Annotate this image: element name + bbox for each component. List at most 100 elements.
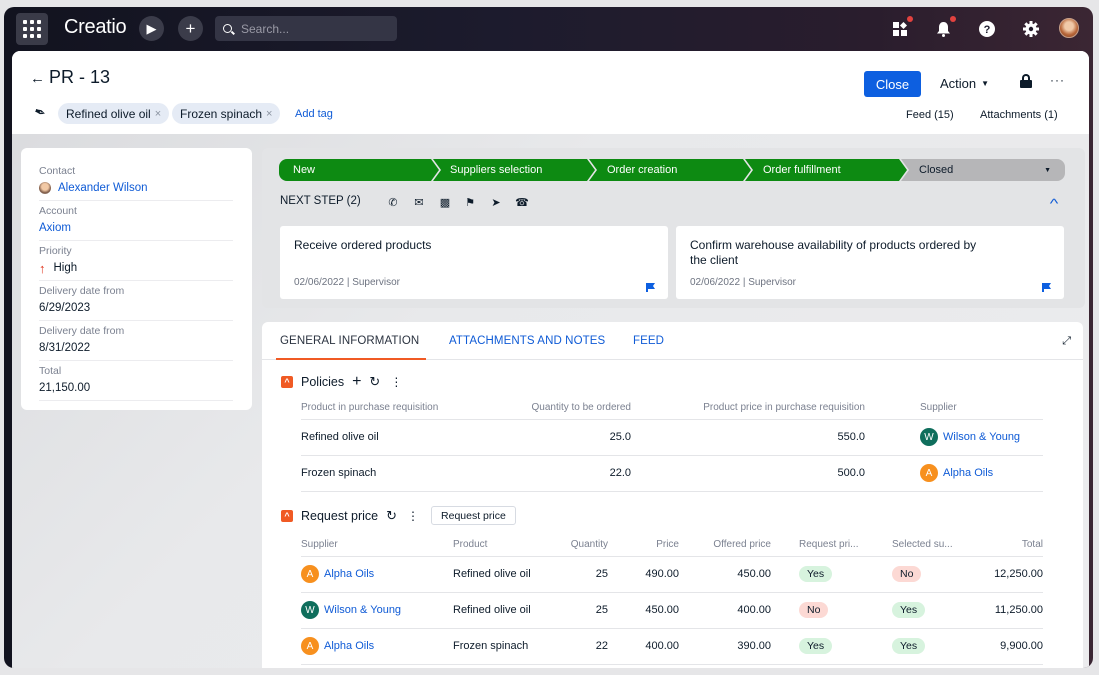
- cell-offered-price: 450.00: [679, 556, 771, 593]
- account-link[interactable]: Axiom: [39, 220, 233, 236]
- request-price-button[interactable]: Request price: [431, 506, 516, 525]
- column-header[interactable]: Product in purchase requisition: [301, 397, 501, 420]
- plus-icon: +: [185, 18, 196, 38]
- cell-quantity: 25: [563, 592, 608, 629]
- help-button[interactable]: ?: [976, 18, 998, 40]
- close-button[interactable]: Close: [864, 71, 921, 97]
- search-input[interactable]: Search...: [215, 16, 397, 41]
- phone-icon[interactable]: ✆: [386, 196, 400, 209]
- telegram-icon[interactable]: ➤: [489, 196, 503, 209]
- chat-icon[interactable]: ▩: [438, 196, 452, 209]
- tag-label: Refined olive oil: [66, 106, 151, 121]
- task-card[interactable]: Receive ordered products 02/06/2022 | Su…: [280, 226, 668, 299]
- add-tag-link[interactable]: Add tag: [295, 108, 333, 120]
- cell-total: 12,250.00: [957, 556, 1043, 593]
- stage-order-creation[interactable]: Order creation: [589, 159, 751, 181]
- collapse-toggle-icon[interactable]: ^: [281, 376, 293, 388]
- task-title: Confirm warehouse availability of produc…: [690, 238, 977, 267]
- table-row[interactable]: W Wilson & Young Refined olive oil 25 450.00…: [301, 592, 1043, 629]
- supplier-link[interactable]: A Alpha Oils: [920, 464, 1043, 482]
- apps-grid-icon[interactable]: [16, 13, 48, 45]
- stage-suppliers-selection[interactable]: Suppliers selection: [433, 159, 595, 181]
- column-header[interactable]: Quantity: [563, 534, 608, 557]
- tag-icon: ✒: [31, 102, 49, 122]
- column-header[interactable]: Supplier: [865, 397, 1043, 420]
- stage-panel: New Suppliers selection Order creation O…: [262, 148, 1085, 308]
- cell-product: Frozen spinach: [301, 455, 501, 492]
- lock-icon[interactable]: [1020, 74, 1032, 88]
- plus-icon[interactable]: +: [352, 373, 361, 391]
- stage-new[interactable]: New: [279, 159, 439, 181]
- task-card[interactable]: Confirm warehouse availability of produc…: [676, 226, 1064, 299]
- refresh-icon[interactable]: ↻: [386, 508, 397, 524]
- cell-offered-price: 390.00: [679, 628, 771, 665]
- supplier-avatar: A: [301, 565, 319, 583]
- column-header[interactable]: Product price in purchase requisition: [631, 397, 865, 420]
- tag-chip[interactable]: Frozen spinach ×: [172, 103, 281, 124]
- tab-general-information[interactable]: GENERAL INFORMATION: [280, 335, 419, 347]
- kebab-menu-icon[interactable]: ⋮: [390, 375, 402, 389]
- chevron-up-icon[interactable]: ^: [1050, 196, 1059, 211]
- supplier-link[interactable]: W Wilson & Young: [920, 428, 1043, 446]
- details-card: GENERAL INFORMATION ATTACHMENTS AND NOTE…: [262, 322, 1083, 668]
- flag-icon[interactable]: [646, 283, 655, 292]
- table-row[interactable]: A Alpha Oils Frozen spinach 22 400.00 390.00 Y…: [301, 628, 1043, 665]
- field-label: Total: [39, 365, 62, 377]
- supplier-link[interactable]: A Alpha Oils: [301, 565, 453, 583]
- cell-price: 400.00: [608, 628, 679, 665]
- supplier-link[interactable]: W Wilson & Young: [301, 601, 453, 619]
- priority-value[interactable]: ↑ High: [39, 260, 233, 276]
- add-button[interactable]: +: [178, 16, 203, 41]
- field-value[interactable]: 6/29/2023: [39, 300, 233, 316]
- back-arrow-icon[interactable]: ←: [30, 70, 45, 87]
- svg-text:?: ?: [984, 24, 991, 36]
- field-label: Account: [39, 205, 77, 217]
- column-header[interactable]: Selected su...: [864, 534, 957, 557]
- column-header[interactable]: Total: [957, 534, 1043, 557]
- stage-closed[interactable]: Closed ▼: [901, 159, 1065, 181]
- table-row[interactable]: Frozen spinach 22.0 500.0 A Alpha Oils: [301, 455, 1043, 492]
- column-header[interactable]: Quantity to be ordered: [501, 397, 631, 420]
- run-process-button[interactable]: ▶: [139, 16, 164, 41]
- cell-price: 490.00: [608, 556, 679, 593]
- whatsapp-icon[interactable]: ☎: [515, 196, 529, 209]
- tab-feed[interactable]: FEED: [633, 335, 664, 347]
- user-avatar[interactable]: [1059, 18, 1079, 38]
- supplier-link[interactable]: A Alpha Oils: [301, 637, 453, 655]
- email-icon[interactable]: ✉: [412, 196, 426, 209]
- settings-button[interactable]: [1020, 18, 1042, 40]
- feed-link[interactable]: Feed (15): [906, 109, 954, 121]
- field-value[interactable]: 8/31/2022: [39, 340, 233, 356]
- contact-link[interactable]: Alexander Wilson: [39, 180, 233, 196]
- expand-icon[interactable]: ⤢: [1062, 335, 1071, 348]
- notifications-button[interactable]: [932, 16, 956, 40]
- tab-attachments-and-notes[interactable]: ATTACHMENTS AND NOTES: [449, 335, 605, 347]
- bell-icon: [936, 22, 950, 37]
- widgets-button[interactable]: [889, 16, 913, 40]
- collapse-toggle-icon[interactable]: ^: [281, 509, 293, 522]
- column-header[interactable]: Request pri...: [771, 534, 864, 557]
- kebab-menu-icon[interactable]: ⋮: [407, 509, 419, 523]
- field-label: Contact: [39, 165, 76, 177]
- tag-chip[interactable]: Refined olive oil ×: [58, 103, 170, 124]
- table-row[interactable]: A Alpha Oils Refined olive oil 25 490.00 450.…: [301, 556, 1043, 593]
- attachments-link[interactable]: Attachments (1): [980, 109, 1058, 121]
- supplier-name: Wilson & Young: [324, 604, 402, 616]
- stage-order-fulfillment[interactable]: Order fulfillment: [745, 159, 907, 181]
- action-menu-button[interactable]: Action ▼: [940, 76, 989, 91]
- more-options-icon[interactable]: ···: [1050, 73, 1065, 87]
- column-header[interactable]: Product: [453, 534, 563, 557]
- cell-quantity: 22: [563, 628, 608, 665]
- selected-supplier-badge: No: [892, 566, 922, 582]
- remove-tag-icon[interactable]: ×: [266, 108, 272, 120]
- flag-icon[interactable]: [1042, 283, 1051, 292]
- remove-tag-icon[interactable]: ×: [155, 108, 161, 120]
- refresh-icon[interactable]: ↻: [369, 374, 380, 390]
- table-row[interactable]: Refined olive oil 25.0 550.0 W Wilson & Y…: [301, 419, 1043, 456]
- flag-icon[interactable]: ⚑: [463, 196, 477, 209]
- stage-label: Order fulfillment: [763, 164, 841, 176]
- column-header[interactable]: Price: [608, 534, 679, 557]
- column-header[interactable]: Offered price: [679, 534, 771, 557]
- column-header[interactable]: Supplier: [301, 534, 453, 557]
- field-value[interactable]: 21,150.00: [39, 380, 233, 396]
